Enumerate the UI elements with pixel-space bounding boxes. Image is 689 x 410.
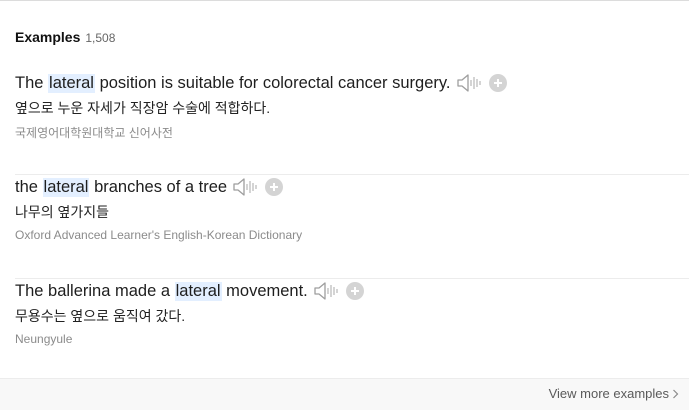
example-source[interactable]: 국제영어대학원대학교 신어사전 <box>15 124 173 141</box>
example-english-text: The ballerina made a <box>15 281 175 300</box>
speaker-icon[interactable] <box>456 72 482 94</box>
plus-circle-icon[interactable] <box>345 282 364 300</box>
example-item: the lateral branches of a tree 나무의 옆가지들 … <box>15 175 689 279</box>
example-english-text: branches of a tree <box>89 177 228 196</box>
plus-circle-icon[interactable] <box>265 178 284 196</box>
example-english-text: The <box>15 73 49 92</box>
example-korean: 무용수는 옆으로 움직여 갔다. <box>15 308 186 324</box>
highlighted-term[interactable]: lateral <box>48 73 95 93</box>
example-source[interactable]: Neungyule <box>15 332 72 346</box>
plus-circle-icon[interactable] <box>488 74 507 92</box>
examples-count: 1,508 <box>85 31 116 45</box>
example-item: The ballerina made a lateral movement. 무… <box>15 279 689 383</box>
speaker-icon[interactable] <box>232 176 258 198</box>
example-item: The lateral position is suitable for col… <box>15 71 689 175</box>
examples-title: Examples <box>15 29 81 45</box>
example-english-text: movement. <box>221 281 308 300</box>
view-more-label: View more examples <box>548 386 669 401</box>
examples-header: Examples 1,508 <box>15 29 115 49</box>
example-english: the lateral branches of a tree <box>15 175 284 199</box>
examples-section: Examples 1,508 The lateral position is s… <box>0 0 689 410</box>
example-source[interactable]: Oxford Advanced Learner's English-Korean… <box>15 228 302 242</box>
example-english-text: position is suitable for colorectal canc… <box>94 73 451 92</box>
example-korean: 나무의 옆가지들 <box>15 204 110 220</box>
example-english: The ballerina made a lateral movement. <box>15 279 364 303</box>
example-korean: 옆으로 누운 자세가 직장암 수술에 적합하다. <box>15 100 271 116</box>
example-english-text: the <box>15 177 43 196</box>
speaker-icon[interactable] <box>313 280 339 302</box>
highlighted-term[interactable]: lateral <box>174 281 222 301</box>
examples-footer: View more examples <box>0 378 689 410</box>
view-more-examples-link[interactable]: View more examples <box>549 386 679 401</box>
highlighted-term[interactable]: lateral <box>42 177 90 197</box>
example-english: The lateral position is suitable for col… <box>15 71 507 95</box>
chevron-right-icon <box>673 389 679 398</box>
